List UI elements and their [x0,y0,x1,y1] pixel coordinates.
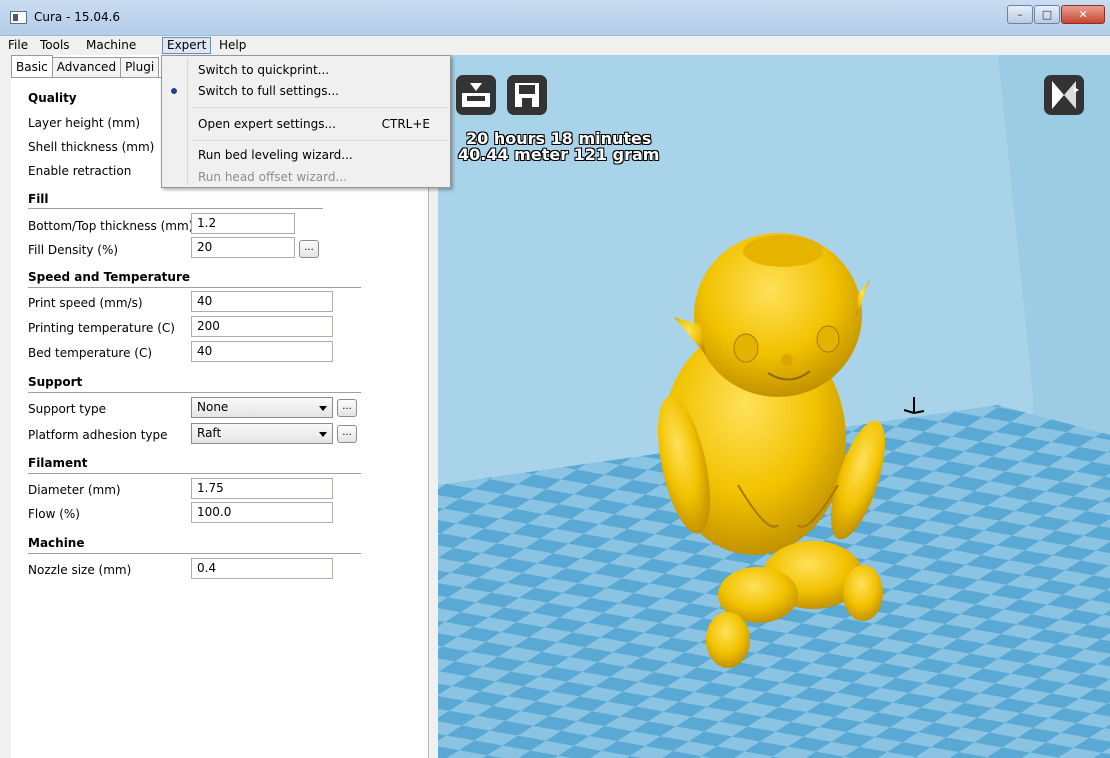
left-margin [0,55,11,758]
chevron-down-icon [319,406,327,411]
tab-basic[interactable]: Basic [11,55,53,77]
menu-shortcut-expert-settings: CTRL+E [381,117,430,131]
3d-viewport[interactable]: 20 hours 18 minutes 40.44 meter 121 gram [438,55,1110,758]
menu-help[interactable]: Help [215,37,250,54]
menu-separator [192,107,448,108]
menu-item-bed-leveling-wizard[interactable]: Run bed leveling wizard... [198,148,353,162]
section-divider [28,392,361,393]
close-button[interactable]: ✕ [1061,5,1105,24]
window-title: Cura - 15.04.6 [34,10,121,24]
section-divider [28,553,361,554]
support-type-value: None [197,400,229,414]
bottom-top-thickness-label: Bottom/Top thickness (mm) [28,219,194,233]
expert-menu-dropdown: Switch to quickprint... Switch to full s… [161,55,451,188]
platform-adhesion-value: Raft [197,426,222,440]
platform-adhesion-select[interactable]: Raft [191,423,333,444]
menu-expert[interactable]: Expert [162,37,212,54]
view-mode-icon[interactable] [1044,75,1084,115]
printing-temperature-label: Printing temperature (C) [28,321,175,335]
bed-temperature-input[interactable]: 40 [191,341,333,362]
tab-plugins[interactable]: Plugi [120,57,160,77]
enable-retraction-label: Enable retraction [28,164,132,178]
menu-file[interactable]: File [4,37,32,54]
section-fill: Fill [28,192,49,206]
print-speed-input[interactable]: 40 [191,291,333,312]
fill-density-more-button[interactable]: ... [299,240,319,258]
bed-temperature-label: Bed temperature (C) [28,346,153,360]
section-support: Support [28,375,83,389]
menu-machine[interactable]: Machine [82,37,140,54]
section-quality: Quality [28,91,77,105]
section-divider [28,287,361,288]
support-type-select[interactable]: None [191,397,333,418]
window-controls: – □ ✕ [1006,5,1105,24]
section-filament: Filament [28,456,88,470]
flow-label: Flow (%) [28,507,80,521]
nozzle-size-input[interactable]: 0.4 [191,558,333,579]
platform-adhesion-label: Platform adhesion type [28,428,168,442]
menu-separator [192,140,448,141]
material-usage: 40.44 meter 121 gram [458,145,660,164]
menu-item-head-offset-wizard: Run head offset wizard... [198,170,347,184]
support-type-more-button[interactable]: ... [337,399,357,417]
menu-item-switch-quickprint[interactable]: Switch to quickprint... [198,63,329,77]
shell-thickness-label: Shell thickness (mm) [28,140,155,154]
diameter-input[interactable]: 1.75 [191,478,333,499]
settings-tabs: Basic Advanced Plugi [11,55,160,77]
nozzle-size-label: Nozzle size (mm) [28,563,132,577]
section-divider [28,473,361,474]
maximize-button[interactable]: □ [1034,5,1060,24]
layer-height-label: Layer height (mm) [28,116,141,130]
menu-item-switch-full-settings[interactable]: Switch to full settings... [198,84,339,98]
save-toolpath-icon[interactable] [507,75,547,115]
platform-adhesion-more-button[interactable]: ... [337,425,357,443]
section-machine: Machine [28,536,85,550]
menu-item-open-expert-settings[interactable]: Open expert settings... [198,117,336,131]
title-bar: Cura - 15.04.6 – □ ✕ [0,0,1110,36]
print-speed-label: Print speed (mm/s) [28,296,143,310]
flow-input[interactable]: 100.0 [191,502,333,523]
bottom-top-thickness-input[interactable]: 1.2 [191,213,295,234]
app-icon [10,11,27,24]
menu-bar: File Tools Machine Expert Help [0,36,1110,55]
menu-icon-column [187,58,188,185]
load-model-icon[interactable] [456,75,496,115]
fill-density-input[interactable]: 20 [191,237,295,258]
menu-tools[interactable]: Tools [36,37,74,54]
tab-advanced[interactable]: Advanced [51,57,122,77]
section-divider [28,208,323,209]
diameter-label: Diameter (mm) [28,483,121,497]
printing-temperature-input[interactable]: 200 [191,316,333,337]
print-estimate: 20 hours 18 minutes 40.44 meter 121 gram [458,131,659,163]
radio-bullet-icon [171,88,177,94]
chevron-down-icon [319,432,327,437]
fill-density-label: Fill Density (%) [28,243,119,257]
minimize-button[interactable]: – [1007,5,1033,24]
section-speed-temperature: Speed and Temperature [28,270,190,284]
support-type-label: Support type [28,402,107,416]
